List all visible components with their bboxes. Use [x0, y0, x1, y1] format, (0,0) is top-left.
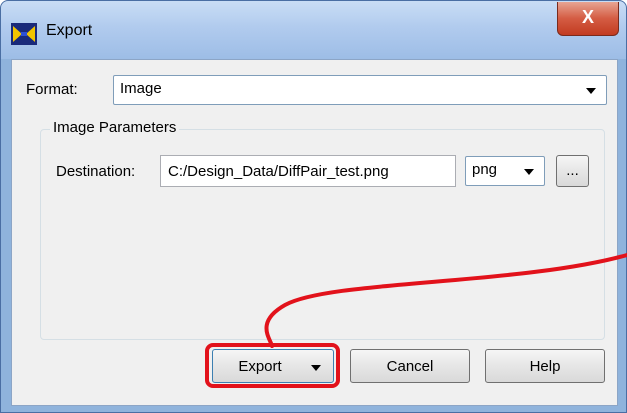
- chevron-down-icon: [524, 169, 534, 175]
- format-label: Format:: [26, 81, 78, 98]
- file-type-select[interactable]: png: [465, 156, 545, 186]
- file-type-value: png: [472, 161, 498, 178]
- format-select[interactable]: Image: [113, 75, 607, 105]
- close-icon: X: [581, 7, 594, 27]
- title-bar[interactable]: Export X: [1, 1, 626, 59]
- cancel-button[interactable]: Cancel: [350, 349, 470, 383]
- help-button[interactable]: Help: [485, 349, 605, 383]
- close-button[interactable]: X: [557, 2, 619, 36]
- image-parameters-title: Image Parameters: [50, 119, 180, 136]
- browse-button[interactable]: ...: [556, 155, 589, 187]
- destination-field[interactable]: C:/Design_Data/DiffPair_test.png: [160, 155, 456, 187]
- window-title: Export: [46, 22, 93, 39]
- chevron-down-icon: [586, 88, 596, 94]
- destination-value: C:/Design_Data/DiffPair_test.png: [168, 163, 389, 180]
- export-button-highlight: [205, 343, 340, 388]
- destination-label: Destination:: [56, 163, 136, 180]
- format-selected-value: Image: [120, 80, 162, 97]
- app-logo-icon: [11, 23, 37, 45]
